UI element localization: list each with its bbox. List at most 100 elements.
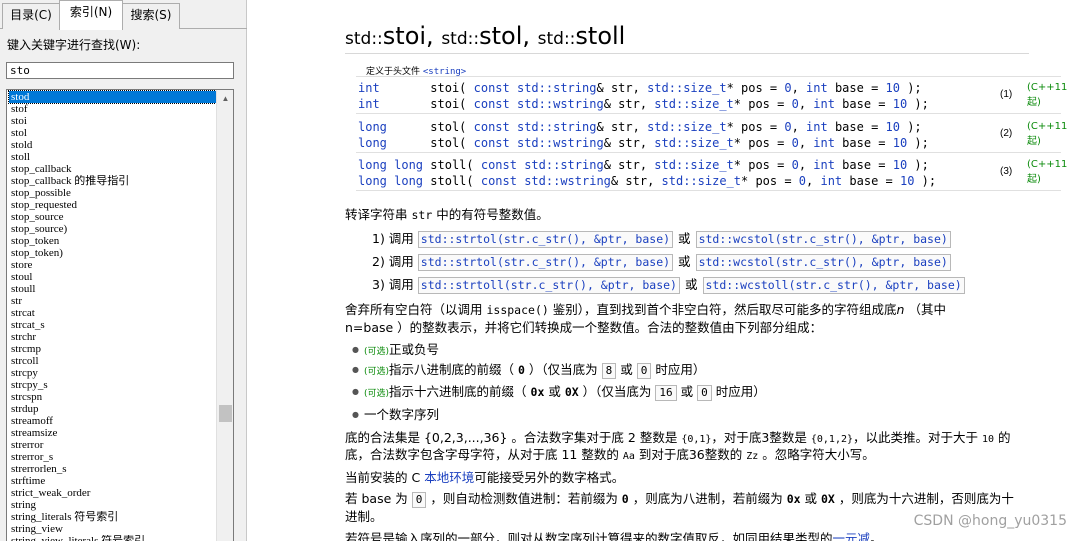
code-token: int <box>806 120 828 134</box>
code-token: stoll <box>430 174 467 188</box>
index-list-item[interactable]: stol <box>9 127 216 139</box>
code-token: str <box>610 81 633 95</box>
code-token: std::wstring <box>516 97 604 111</box>
index-list-item[interactable]: string_view_literals 符号索引 <box>9 535 216 541</box>
index-list-item[interactable]: strcpy <box>9 367 216 379</box>
index-list-item[interactable]: strict_weak_order <box>9 487 216 499</box>
wide-call-link[interactable]: std::wcstol(str.c_str(), &ptr, base) <box>695 231 951 248</box>
scroll-thumb[interactable] <box>219 405 232 422</box>
code-token: base = <box>827 81 886 95</box>
index-list-item[interactable]: strdup <box>9 403 216 415</box>
overload-number: (1) <box>1000 89 1013 100</box>
narrow-call-link[interactable]: std::strtol(str.c_str(), &ptr, base) <box>417 231 674 248</box>
index-list-item[interactable]: strcspn <box>9 391 216 403</box>
code-box: 0 <box>411 492 427 508</box>
index-list-item[interactable]: stop_source <box>9 211 216 223</box>
p-text: 底的合法集是 {0,2,3,...,36} 。合法数字集对于底 2 整数是 <box>345 430 682 445</box>
index-list-item[interactable]: stod <box>8 90 217 104</box>
index-list-item[interactable]: stold <box>9 139 216 151</box>
call-label: 2) 调用 <box>372 254 414 269</box>
index-list-item[interactable]: string <box>9 499 216 511</box>
unary-minus-link[interactable]: 一元减 <box>833 531 871 541</box>
narrow-call-link[interactable]: std::strtol(str.c_str(), &ptr, base) <box>417 254 674 271</box>
index-list-item[interactable]: stoull <box>9 283 216 295</box>
p-text: （其中 <box>904 302 946 317</box>
call-row: 1) 调用 std::strtol(str.c_str(), &ptr, bas… <box>372 228 951 248</box>
index-list-item[interactable]: stop_requested <box>9 199 216 211</box>
narrow-call-link[interactable]: std::strtoll(str.c_str(), &ptr, base) <box>417 277 680 294</box>
index-list-item[interactable]: stop_callback 的推导指引 <box>9 175 216 187</box>
index-list-item[interactable]: streamoff <box>9 415 216 427</box>
declaration-block: long long stoll( const std::string& str,… <box>356 155 1068 191</box>
nav-tabs: 目录(C) 索引(N) 搜索(S) <box>0 0 247 30</box>
declaration-line: long stol( const std::string& str, std::… <box>358 119 922 135</box>
index-list-item[interactable]: stop_token <box>9 235 216 247</box>
index-list-item[interactable]: stoll <box>9 151 216 163</box>
tab-contents[interactable]: 目录(C) <box>2 3 60 29</box>
paragraph-whitespace: 舍弃所有空白符（以调用 isspace() 鉴别），直到找到首个非空白符，然后取… <box>345 299 946 318</box>
code-token: const <box>473 97 510 111</box>
code-token: int <box>813 136 835 150</box>
wide-call-link[interactable]: std::wcstol(str.c_str(), &ptr, base) <box>695 254 951 271</box>
bullet-icon: ● <box>352 410 359 419</box>
wide-call-link[interactable]: std::wcstoll(str.c_str(), &ptr, base) <box>702 277 965 294</box>
index-list-item[interactable]: strcmp <box>9 343 216 355</box>
code-token: std::size_t <box>647 120 727 134</box>
since-badge: (C++11 起) <box>1027 159 1068 185</box>
keyword-input[interactable] <box>6 62 234 79</box>
index-list-item[interactable]: strchr <box>9 331 216 343</box>
index-list-item[interactable]: store <box>9 259 216 271</box>
paragraph-sign: 若符号是输入序列的一部分，则对从数字序列计算得来的数字值取反，如同用结果类型的一… <box>345 528 883 541</box>
code-token: std::size_t <box>661 174 741 188</box>
code-token: base = <box>834 136 893 150</box>
index-list-item[interactable]: stof <box>9 103 216 115</box>
index-list-item[interactable]: stop_callback <box>9 163 216 175</box>
p-text: 若 base 为 <box>345 491 412 506</box>
bullet-icon: ● <box>352 345 359 354</box>
code-token: , <box>798 97 814 111</box>
index-list-item[interactable]: strerror_s <box>9 451 216 463</box>
tab-search[interactable]: 搜索(S) <box>122 3 180 29</box>
code-token: ( <box>459 81 474 95</box>
index-list-item[interactable]: strcat_s <box>9 319 216 331</box>
title-sep: , <box>522 22 538 50</box>
index-list-scrollbar[interactable]: ▲ <box>216 90 233 541</box>
code-token: ( <box>459 136 474 150</box>
index-list-item[interactable]: strcpy_s <box>9 379 216 391</box>
code-token: 10 <box>892 158 908 172</box>
index-list[interactable]: stod stof stoi stol stold stoll stop_callback s… <box>6 89 234 541</box>
index-list-item[interactable]: strcat <box>9 307 216 319</box>
index-list-item[interactable]: stop_token) <box>9 247 216 259</box>
optional-tag: (可选) <box>364 347 390 357</box>
desc-code: str <box>411 208 433 222</box>
index-list-item[interactable]: strftime <box>9 475 216 487</box>
index-list-item[interactable]: strerror <box>9 439 216 451</box>
p-code: Aa <box>622 451 635 462</box>
bullet-text: 指示八进制底的前缀（ <box>389 362 519 377</box>
scroll-up-icon[interactable]: ▲ <box>217 90 233 107</box>
index-list-item[interactable]: stop_possible <box>9 187 216 199</box>
code-token: , <box>647 174 662 188</box>
code-token: long long <box>358 158 424 172</box>
p-text: 到对于底36整数的 <box>634 447 747 462</box>
index-list-item[interactable]: stoul <box>9 271 216 283</box>
index-list-item[interactable]: stoi <box>9 115 216 127</box>
index-list-item[interactable]: stop_source) <box>9 223 216 235</box>
index-list-item[interactable]: strcoll <box>9 355 216 367</box>
index-list-item[interactable]: string_view <box>9 523 216 535</box>
tab-index[interactable]: 索引(N) <box>59 0 123 30</box>
index-list-item[interactable]: string_literals 符号索引 <box>9 511 216 523</box>
code-token: std::size_t <box>647 81 727 95</box>
code-token: 10 <box>892 97 908 111</box>
index-list-item[interactable]: str <box>9 295 216 307</box>
index-list-item[interactable]: strerrorlen_s <box>9 463 216 475</box>
isspace-link[interactable]: isspace() <box>486 303 548 317</box>
locale-link[interactable]: 本地环境 <box>424 470 474 485</box>
p-text: ，则自动检测数值进制：若前缀为 <box>426 491 622 506</box>
bullet-text: 指示十六进制底的前缀（ <box>389 384 531 399</box>
index-list-item[interactable]: streamsize <box>9 427 216 439</box>
